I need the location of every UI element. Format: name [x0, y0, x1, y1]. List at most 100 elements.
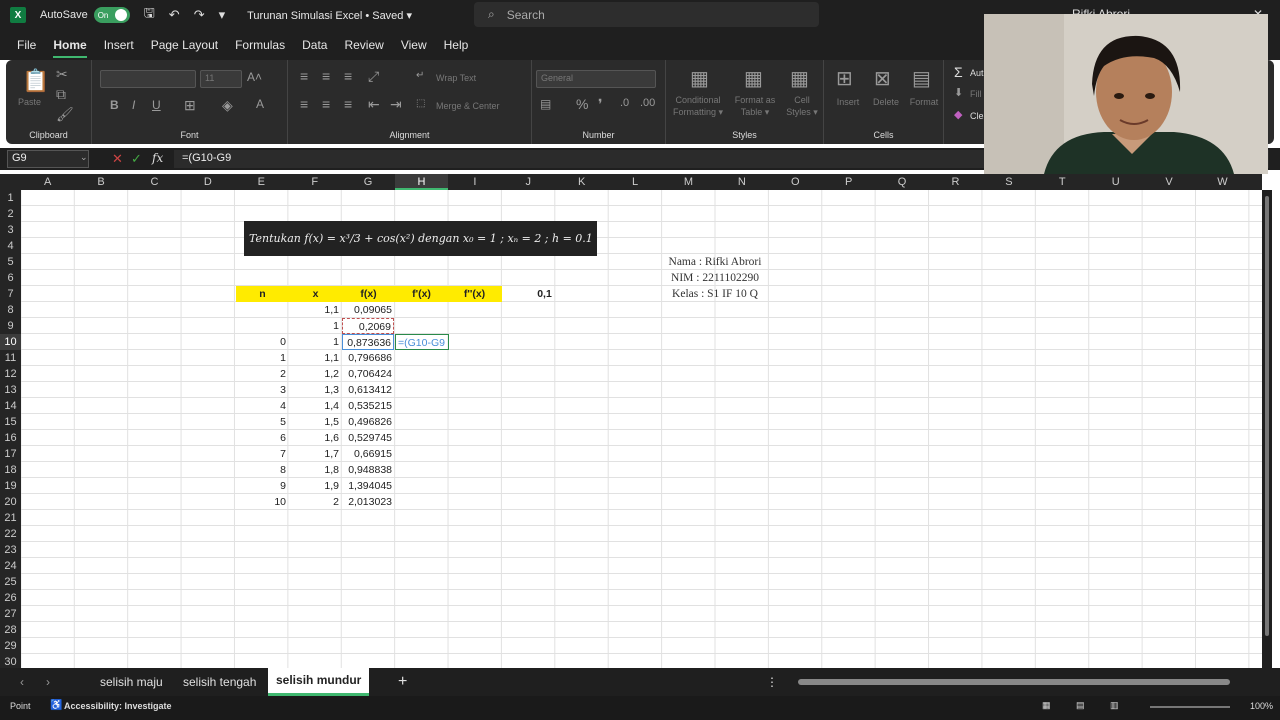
italic-icon[interactable]: I [132, 98, 135, 112]
underline-icon[interactable]: U [152, 98, 161, 112]
cell-x[interactable]: 1,9 [289, 478, 341, 494]
sheet-tab-selisih-maju[interactable]: selisih maju [100, 668, 163, 696]
header-second-derivative[interactable]: f''(x) [448, 286, 501, 302]
insert-cells-label[interactable]: Insert [828, 96, 868, 108]
tab-page-layout[interactable]: Page Layout [151, 34, 218, 56]
undo-icon[interactable]: ↶ [169, 7, 180, 23]
cell-fx[interactable]: 0,613412 [342, 382, 394, 398]
cell-fx[interactable]: 0,535215 [342, 398, 394, 414]
wrap-text-label[interactable]: Wrap Text [436, 72, 476, 84]
tab-view[interactable]: View [401, 34, 427, 56]
column-header-s[interactable]: S [982, 174, 1035, 190]
column-header-k[interactable]: K [555, 174, 608, 190]
row-header-23[interactable]: 23 [0, 542, 21, 558]
row-header-7[interactable]: 7 [0, 286, 21, 302]
sheet-tab-selisih-mundur[interactable]: selisih mundur [268, 668, 370, 696]
tab-file[interactable]: File [17, 34, 36, 56]
more-options-icon[interactable]: ⋮ [766, 668, 778, 696]
conditional-formatting-label[interactable]: Conditional Formatting ▾ [670, 94, 726, 118]
column-header-v[interactable]: V [1142, 174, 1195, 190]
format-as-table-icon[interactable]: ▦ [744, 66, 763, 91]
format-cells-icon[interactable]: ▤ [912, 66, 931, 91]
cell-fx[interactable]: 0,2069 [342, 318, 394, 334]
row-header-8[interactable]: 8 [0, 302, 21, 318]
fill-icon[interactable]: ⬇ [954, 86, 963, 99]
name-box[interactable]: G9 [7, 150, 89, 168]
zoom-level[interactable]: 100% [1250, 701, 1273, 711]
next-sheet-icon[interactable]: › [46, 668, 50, 696]
cell-n[interactable]: 2 [236, 366, 288, 382]
decrease-indent-icon[interactable]: ⇤ [368, 96, 380, 113]
increase-decimal-icon[interactable]: .0 [620, 97, 629, 109]
sheet-tab-selisih-tengah[interactable]: selisih tengah [183, 668, 256, 696]
vertical-scrollbar[interactable] [1262, 190, 1272, 668]
header-x[interactable]: x [289, 286, 342, 302]
prev-sheet-icon[interactable]: ‹ [20, 668, 24, 696]
cell-styles-label[interactable]: Cell Styles ▾ [782, 94, 822, 118]
cell-styles-icon[interactable]: ▦ [790, 66, 809, 91]
insert-function-icon[interactable]: fx [152, 151, 163, 165]
header-first-derivative[interactable]: f'(x) [395, 286, 448, 302]
customize-qat-icon[interactable]: ▾ [219, 7, 226, 23]
cell-n[interactable]: 3 [236, 382, 288, 398]
merge-icon[interactable]: ⬚ [416, 98, 425, 109]
cell-n[interactable]: 8 [236, 462, 288, 478]
align-bottom-icon[interactable]: ≡ [344, 68, 352, 84]
row-header-21[interactable]: 21 [0, 510, 21, 526]
document-title[interactable]: Turunan Simulasi Excel • Saved ▾ [247, 9, 412, 22]
worksheet-grid[interactable] [21, 190, 1262, 668]
cell-x[interactable]: 1 [289, 334, 341, 350]
orientation-icon[interactable]: ⤢ [368, 68, 379, 85]
row-header-13[interactable]: 13 [0, 382, 21, 398]
row-header-2[interactable]: 2 [0, 206, 21, 222]
row-header-14[interactable]: 14 [0, 398, 21, 414]
autosum-icon[interactable]: Σ [954, 64, 963, 80]
cell-n[interactable]: 9 [236, 478, 288, 494]
horizontal-scrollbar[interactable] [798, 679, 1230, 685]
tab-help[interactable]: Help [444, 34, 469, 56]
search-input[interactable]: ⌕ Search [474, 2, 819, 27]
wrap-text-icon[interactable]: ↵ [416, 70, 424, 81]
column-header-h[interactable]: H [394, 174, 449, 190]
accounting-icon[interactable]: ▤ [540, 97, 551, 111]
cell-n[interactable] [236, 318, 288, 334]
row-header-12[interactable]: 12 [0, 366, 21, 382]
cell-fx[interactable]: 0,09065 [342, 302, 394, 318]
tab-formulas[interactable]: Formulas [235, 34, 285, 56]
column-header-j[interactable]: J [502, 174, 555, 190]
percent-icon[interactable]: % [576, 96, 588, 112]
cell-x[interactable]: 1,1 [289, 350, 341, 366]
cell-n[interactable]: 1 [236, 350, 288, 366]
cell-fx[interactable]: 0,873636 [342, 334, 394, 350]
column-header-r[interactable]: R [929, 174, 982, 190]
font-size-select[interactable]: 11 [200, 70, 242, 88]
cell-n[interactable]: 5 [236, 414, 288, 430]
conditional-formatting-icon[interactable]: ▦ [690, 66, 709, 91]
row-header-25[interactable]: 25 [0, 574, 21, 590]
cell-x[interactable]: 1,1 [289, 302, 341, 318]
header-fx[interactable]: f(x) [342, 286, 395, 302]
column-header-n[interactable]: N [715, 174, 768, 190]
font-name-select[interactable] [100, 70, 196, 88]
fill-label[interactable]: Fill [970, 88, 982, 100]
row-header-6[interactable]: 6 [0, 270, 21, 286]
cell-x[interactable]: 1,2 [289, 366, 341, 382]
cell-n[interactable]: 0 [236, 334, 288, 350]
cell-fx[interactable]: 0,948838 [342, 462, 394, 478]
row-header-4[interactable]: 4 [0, 238, 21, 254]
row-header-15[interactable]: 15 [0, 414, 21, 430]
cell-x[interactable]: 1,6 [289, 430, 341, 446]
column-header-m[interactable]: M [662, 174, 715, 190]
column-header-l[interactable]: L [608, 174, 661, 190]
tab-data[interactable]: Data [302, 34, 327, 56]
clear-icon[interactable]: ◆ [954, 108, 962, 121]
cell-fx[interactable]: 0,529745 [342, 430, 394, 446]
column-header-i[interactable]: I [448, 174, 501, 190]
row-header-22[interactable]: 22 [0, 526, 21, 542]
cell-x[interactable]: 1,3 [289, 382, 341, 398]
column-header-p[interactable]: P [822, 174, 875, 190]
row-header-5[interactable]: 5 [0, 254, 21, 270]
page-break-view-icon[interactable]: ▥ [1110, 700, 1119, 711]
cell-n[interactable]: 10 [236, 494, 288, 510]
clear-label[interactable]: Cle [970, 110, 984, 122]
